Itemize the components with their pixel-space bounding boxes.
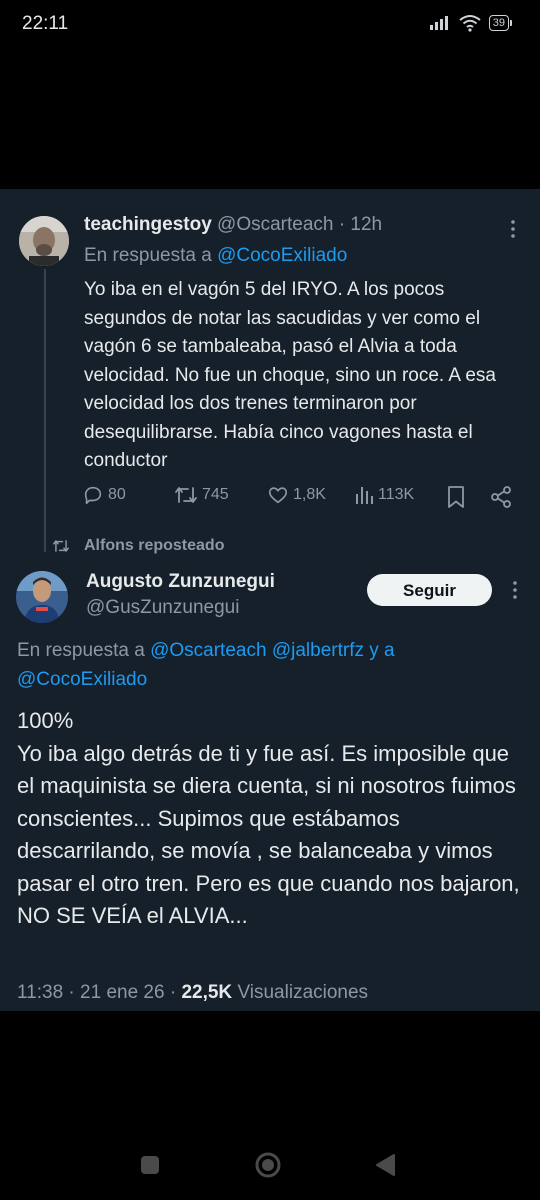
tweet2-mention-jalbertrfz[interactable]: @jalbertrfz [272, 640, 364, 661]
tweet2-display-name[interactable]: Augusto Zunzunegui [86, 571, 275, 593]
tweet2-time[interactable]: 11:38 [17, 982, 63, 1003]
tweet2-mention-oscarteach[interactable]: @Oscarteach [150, 640, 266, 661]
repost-icon [175, 487, 197, 503]
thread-line [44, 269, 46, 552]
signal-icon [429, 16, 448, 30]
tweet1-more-icon[interactable] [503, 219, 523, 239]
tweet2-more-icon[interactable] [505, 580, 525, 600]
tweet2-dot-1: · [68, 982, 75, 1003]
tweet1-handle[interactable]: @Oscarteach [217, 214, 333, 235]
follow-button[interactable]: Seguir [367, 574, 492, 606]
status-bar: 22:11 39 [0, 0, 540, 50]
tweet2-mention-cocoexiliado[interactable]: @CocoExiliado [17, 669, 147, 690]
tweet2-reply-context: En respuesta a @Oscarteach @jalbertrfz y… [17, 637, 522, 694]
repost-banner-text: Alfons reposteado [84, 537, 225, 554]
views-icon [356, 487, 373, 504]
repost-button[interactable]: 745 [174, 484, 229, 506]
status-icons: 39 [429, 14, 512, 32]
share-icon[interactable] [490, 485, 512, 509]
status-time: 22:11 [22, 13, 69, 34]
tweet2-meta: 11:38 · 21 ene 26 · 22,5K Visualizacione… [17, 982, 368, 1004]
avatar-augusto[interactable] [16, 571, 68, 623]
views-button[interactable]: 113K [354, 484, 414, 506]
tweet2-reply-prefix: En respuesta a [17, 640, 145, 661]
reply-count: 80 [108, 486, 126, 503]
tweet1-reply-mention[interactable]: @CocoExiliado [217, 245, 347, 266]
nav-back-icon[interactable] [374, 1153, 396, 1177]
avatar-teachingestoy[interactable] [19, 216, 69, 266]
like-count: 1,8K [293, 486, 326, 503]
nav-recents-icon[interactable] [139, 1154, 161, 1176]
repost-small-icon [53, 540, 70, 552]
tweet2-date[interactable]: 21 ene 26 [80, 982, 165, 1003]
reply-icon [84, 486, 102, 505]
tweet1-header: teachingestoy @Oscarteach · 12h [84, 214, 382, 236]
reply-button[interactable]: 80 [82, 484, 126, 506]
tweet2-views-label[interactable]: Visualizaciones [237, 982, 368, 1003]
views-count: 113K [378, 486, 415, 503]
tweet2-handle[interactable]: @GusZunzunegui [86, 597, 239, 619]
repost-count: 745 [202, 486, 229, 503]
bookmark-icon[interactable] [446, 485, 466, 509]
tweet1-text: Yo iba en el vagón 5 del IRYO. A los poc… [84, 279, 496, 471]
battery-icon: 39 [488, 15, 512, 31]
tweet1-actions: 80 745 1,8K 113K [82, 484, 518, 510]
tweet1-reply-prefix: En respuesta a [84, 245, 212, 266]
tweet1-separator: · [338, 214, 346, 235]
tweet2-reply-joiner[interactable]: y a [369, 640, 394, 661]
tweet1-display-name[interactable]: teachingestoy [84, 214, 212, 235]
nav-home-icon[interactable] [254, 1151, 282, 1179]
tweet2-views-count[interactable]: 22,5K [181, 982, 232, 1003]
like-button[interactable]: 1,8K [267, 484, 326, 506]
tweet2-text: 100% Yo iba algo detrás de ti y fue así.… [17, 708, 520, 928]
wifi-icon [459, 15, 481, 32]
repost-banner[interactable]: Alfons reposteado [52, 537, 224, 555]
tweet2-dot-2: · [169, 982, 177, 1003]
system-navbar [0, 1140, 540, 1190]
tweet1-reply-context: En respuesta a @CocoExiliado [84, 245, 347, 267]
tweet1-time[interactable]: 12h [350, 214, 382, 235]
like-icon [268, 487, 288, 504]
battery-level: 39 [488, 15, 509, 31]
